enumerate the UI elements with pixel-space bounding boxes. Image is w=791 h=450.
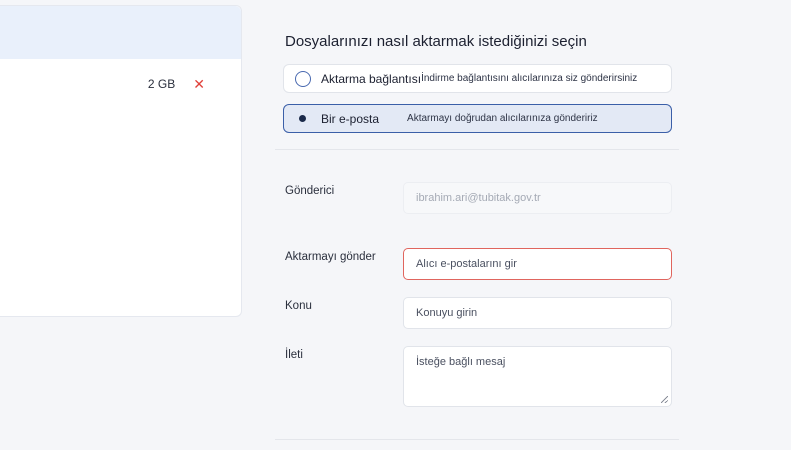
- file-list-header: [0, 6, 241, 59]
- subject-label: Konu: [285, 300, 312, 312]
- radio-unselected-icon[interactable]: [295, 70, 311, 87]
- option-label: Aktarma bağlantısı: [321, 71, 422, 86]
- file-row: 2 GB ✕: [0, 59, 241, 109]
- option-label: Bir e-posta: [321, 111, 380, 126]
- sender-field: ibrahim.ari@tubitak.gov.tr: [403, 182, 672, 214]
- recipients-label: Aktarmayı gönder: [285, 251, 376, 263]
- divider: [275, 439, 679, 440]
- transfer-form: Dosyalarınızı nasıl aktarmak istediğiniz…: [273, 0, 683, 450]
- file-list-panel: 2 GB ✕: [0, 5, 242, 317]
- radio-selected-icon[interactable]: [295, 111, 311, 127]
- divider: [275, 149, 679, 150]
- message-textarea[interactable]: İsteğe bağlı mesaj: [403, 346, 672, 407]
- form-title: Dosyalarınızı nasıl aktarmak istediğiniz…: [285, 33, 587, 50]
- recipients-input[interactable]: Alıcı e-postalarını gir: [403, 248, 672, 280]
- option-description: Aktarmayı doğrudan alıcılarınıza gönderi…: [407, 113, 598, 124]
- option-transfer-link[interactable]: Aktarma bağlantısı İndirme bağlantısını …: [283, 64, 672, 93]
- message-label: İleti: [285, 349, 303, 361]
- file-size: 2 GB: [147, 77, 176, 91]
- option-description: İndirme bağlantısını alıcılarınıza siz g…: [421, 73, 638, 84]
- option-email[interactable]: Bir e-posta Aktarmayı doğrudan alıcıları…: [283, 104, 672, 133]
- message-placeholder: İsteğe bağlı mesaj: [416, 356, 506, 368]
- resize-handle-icon[interactable]: [661, 396, 668, 403]
- subject-input[interactable]: Konuyu girin: [403, 297, 672, 329]
- sender-label: Gönderici: [285, 185, 335, 197]
- close-icon[interactable]: ✕: [193, 77, 205, 91]
